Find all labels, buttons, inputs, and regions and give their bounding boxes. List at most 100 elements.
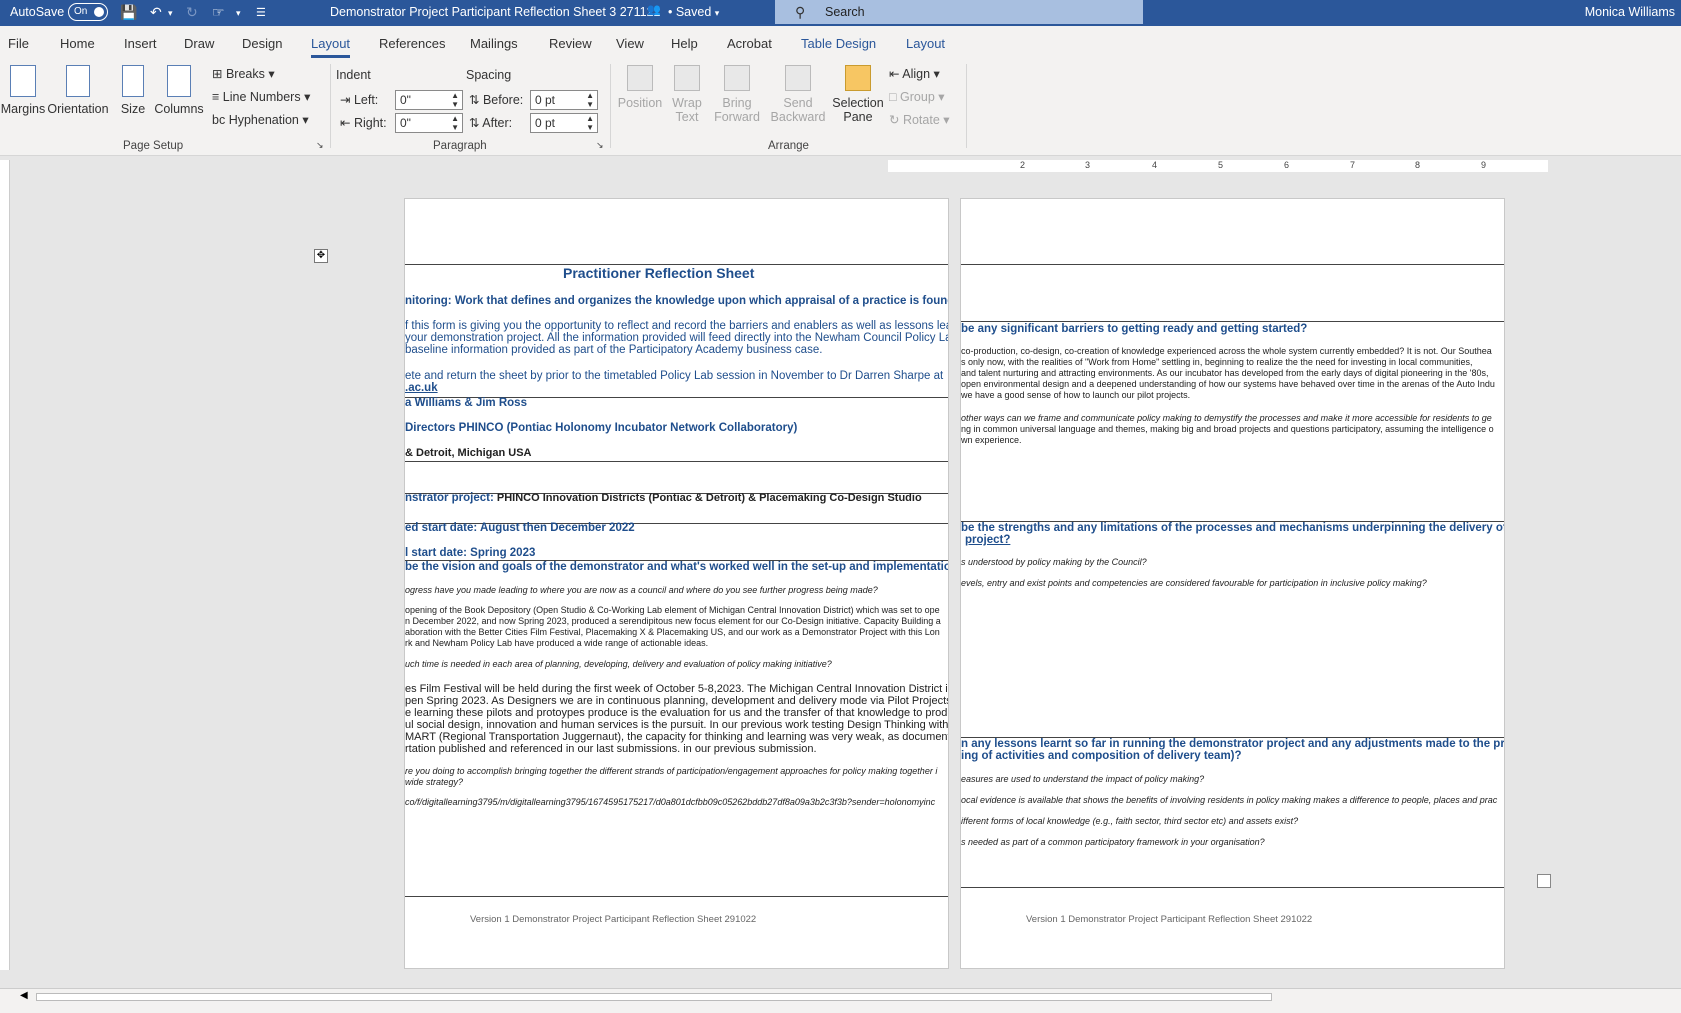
undo-dropdown-icon[interactable]: ▾ <box>168 8 173 19</box>
horizontal-scrollbar[interactable]: ◀ <box>0 988 1681 1004</box>
answer-line: es Film Festival will be held during the… <box>405 683 948 695</box>
search-box[interactable]: ⚲ Search <box>775 0 1143 24</box>
wrap-text-icon <box>674 65 700 91</box>
monitoring-line: nitoring: Work that defines and organize… <box>405 295 949 307</box>
size-icon <box>122 65 144 97</box>
intro-line: f this form is giving you the opportunit… <box>405 320 949 332</box>
spinner-icon[interactable]: ▲ ▼ <box>451 91 459 109</box>
table-move-handle-icon[interactable]: ✥ <box>314 249 328 263</box>
question: ifferent forms of local knowledge (e.g.,… <box>961 816 1299 826</box>
line-numbers-button[interactable]: ≡ Line Numbers ▾ <box>212 89 310 104</box>
selection-pane-icon <box>845 65 871 91</box>
autosave-toggle[interactable]: On <box>68 3 108 21</box>
spinner-icon[interactable]: ▲ ▼ <box>451 114 459 132</box>
answer-line: opening of the Book Depository (Open Stu… <box>405 605 940 615</box>
page-setup-launcher-icon[interactable]: ↘ <box>316 140 324 151</box>
saved-status[interactable]: • Saved ▾ <box>668 5 719 19</box>
scrollbar-thumb[interactable] <box>36 993 1272 1001</box>
search-icon: ⚲ <box>795 4 806 20</box>
bring-forward-button[interactable]: Bring Forward <box>710 65 764 124</box>
question: s needed as part of a common participato… <box>961 837 1265 847</box>
question: re you doing to accomplish bringing toge… <box>405 766 938 776</box>
spacing-before-field[interactable]: 0 pt ▲ ▼ <box>530 90 598 110</box>
share-status-icon: 👥 <box>647 4 661 16</box>
table-border <box>405 896 948 897</box>
answer-line: open environmental design and a deepened… <box>961 379 1495 389</box>
tab-insert[interactable]: Insert <box>124 36 157 51</box>
tab-help[interactable]: Help <box>671 36 698 51</box>
paragraph-group-label: Paragraph <box>433 140 487 152</box>
customize-toolbar-icon[interactable]: ☰ <box>256 6 266 19</box>
hyphenation-button[interactable]: bc Hyphenation ▾ <box>212 112 309 127</box>
tab-file[interactable]: File <box>8 36 29 51</box>
tab-draw[interactable]: Draw <box>184 36 214 51</box>
tab-design[interactable]: Design <box>242 36 282 51</box>
tab-acrobat[interactable]: Acrobat <box>727 36 772 51</box>
align-button[interactable]: ⇤ Align ▾ <box>889 66 940 81</box>
question: easures are used to understand the impac… <box>961 774 1205 784</box>
tab-view[interactable]: View <box>616 36 644 51</box>
answer-line: co-production, co-design, co-creation of… <box>961 346 1492 356</box>
paragraph-launcher-icon[interactable]: ↘ <box>596 140 604 151</box>
question: uch time is needed in each area of plann… <box>405 659 832 669</box>
tab-review[interactable]: Review <box>549 36 592 51</box>
tab-mailings[interactable]: Mailings <box>470 36 518 51</box>
spacing-after-label: ⇅ After: <box>469 116 513 130</box>
ribbon: Margins Orientation Size Columns ⊞ Break… <box>0 60 1681 156</box>
names-line: a Williams & Jim Ross <box>405 397 527 409</box>
page-footer: Version 1 Demonstrator Project Participa… <box>1026 914 1313 925</box>
margins-button[interactable]: Margins <box>0 65 46 116</box>
tab-references[interactable]: References <box>379 36 445 51</box>
answer-line: we have a good sense of how to launch ou… <box>961 390 1191 400</box>
indent-left-label: ⇥ Left: <box>340 93 379 107</box>
spinner-icon[interactable]: ▲ ▼ <box>586 91 594 109</box>
vertical-ruler <box>0 160 10 970</box>
indent-left-field[interactable]: 0" ▲ ▼ <box>395 90 463 110</box>
undo-icon[interactable]: ↶ <box>150 4 162 21</box>
tab-table-layout[interactable]: Layout <box>906 36 945 51</box>
indent-right-label: ⇤ Right: <box>340 116 387 130</box>
tab-table-design[interactable]: Table Design <box>801 36 876 51</box>
indent-right-field[interactable]: 0" ▲ ▼ <box>395 113 463 133</box>
redo-icon[interactable]: ↻ <box>186 4 198 21</box>
columns-button[interactable]: Columns <box>154 65 204 116</box>
arrange-group-label: Arrange <box>768 140 809 152</box>
page-footer: Version 1 Demonstrator Project Participa… <box>470 914 757 925</box>
user-name[interactable]: Monica Williams <box>1585 5 1675 19</box>
orientation-button[interactable]: Orientation <box>46 65 110 116</box>
touch-dropdown-icon[interactable]: ▾ <box>236 8 241 19</box>
breaks-button[interactable]: ⊞ Breaks ▾ <box>212 66 275 81</box>
answer-line: s only now, with the realities of "Work … <box>961 357 1473 367</box>
tab-home[interactable]: Home <box>60 36 95 51</box>
touch-mode-icon[interactable]: ☞ <box>212 4 225 21</box>
checkbox-icon[interactable] <box>1537 874 1551 888</box>
save-icon[interactable]: 💾 <box>120 4 137 21</box>
position-icon <box>627 65 653 91</box>
orientation-icon <box>66 65 90 97</box>
scroll-left-icon[interactable]: ◀ <box>20 990 28 1001</box>
position-button[interactable]: Position <box>616 65 664 110</box>
bring-forward-icon <box>724 65 750 91</box>
spacing-after-field[interactable]: 0 pt ▲ ▼ <box>530 113 598 133</box>
send-backward-icon <box>785 65 811 91</box>
send-backward-button[interactable]: Send Backward <box>764 65 832 124</box>
question: ocal evidence is available that shows th… <box>961 795 1498 805</box>
horizontal-ruler[interactable]: 2 3 4 5 6 7 8 9 <box>888 160 1548 172</box>
size-button[interactable]: Size <box>118 65 148 116</box>
section-heading: be the strengths and any limitations of … <box>961 522 1505 534</box>
email-link[interactable]: .ac.uk <box>405 382 438 394</box>
rotate-button[interactable]: ↻ Rotate ▾ <box>889 112 950 127</box>
location-line: & Detroit, Michigan USA <box>405 447 532 459</box>
section-heading: be any significant barriers to getting r… <box>961 323 1308 335</box>
intro-line: ete and return the sheet by prior to the… <box>405 370 944 382</box>
page-setup-group-label: Page Setup <box>123 140 184 152</box>
question: s understood by policy making by the Cou… <box>961 557 1147 567</box>
tab-layout[interactable]: Layout <box>311 36 351 58</box>
selection-pane-button[interactable]: Selection Pane <box>832 65 884 124</box>
wrap-text-button[interactable]: Wrap Text <box>664 65 710 124</box>
group-button[interactable]: □ Group ▾ <box>889 89 945 104</box>
page-1: Practitioner Reflection Sheet nitoring: … <box>404 198 949 969</box>
video-link[interactable]: co/f/digitallearning3795/m/digitallearni… <box>405 797 935 807</box>
answer-line: MART (Regional Transportation Juggernaut… <box>405 731 949 743</box>
spinner-icon[interactable]: ▲ ▼ <box>586 114 594 132</box>
